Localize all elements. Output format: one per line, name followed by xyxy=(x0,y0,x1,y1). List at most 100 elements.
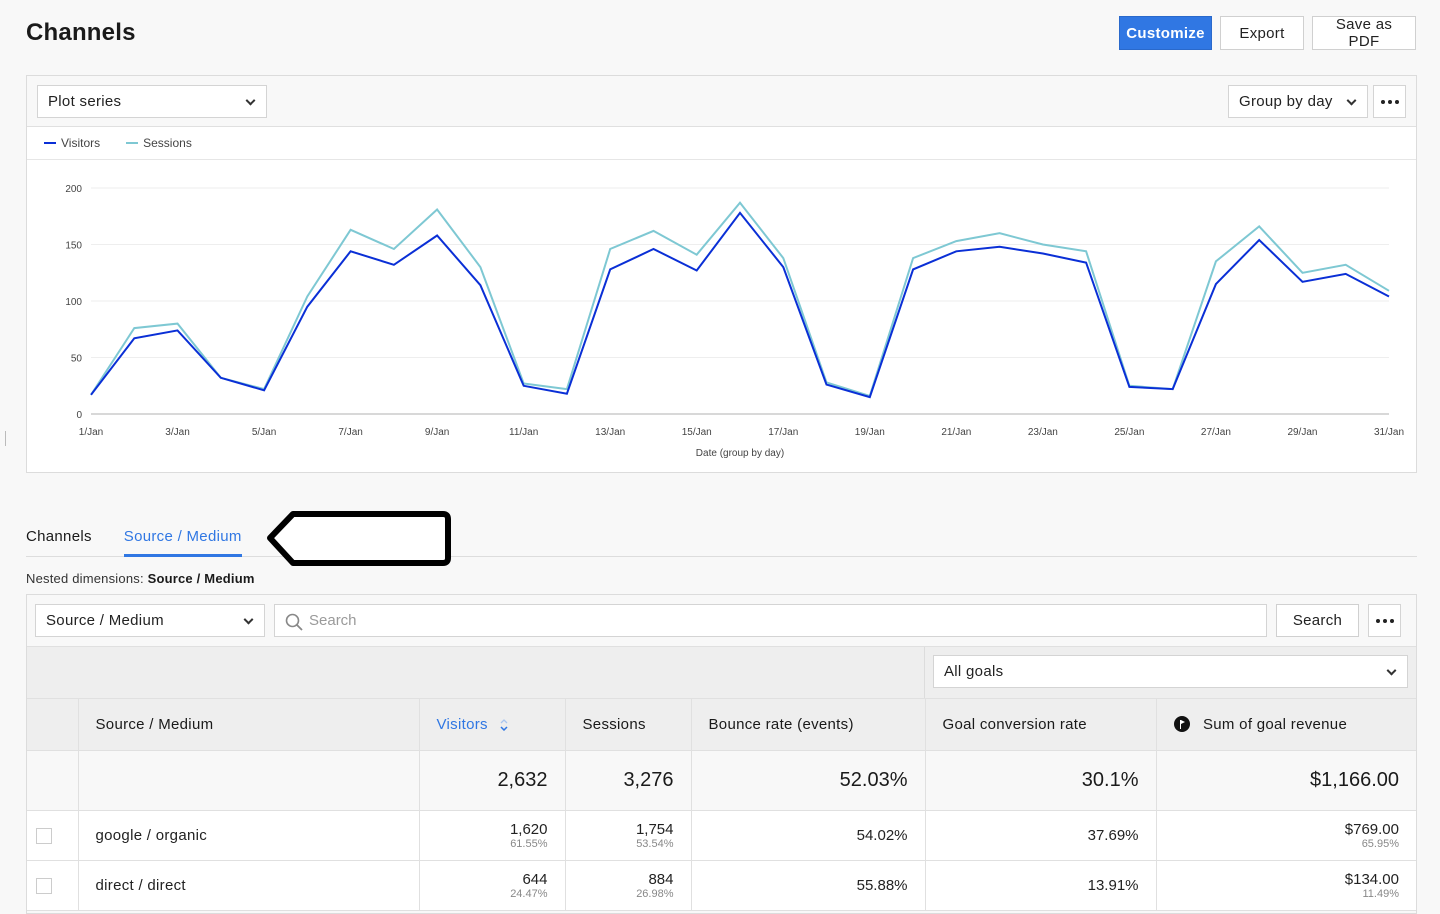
column-header-visitors[interactable]: Visitors xyxy=(418,698,566,751)
customize-button[interactable]: Customize xyxy=(1119,16,1212,50)
ellipsis-icon-dot xyxy=(1389,618,1394,623)
tab-channels[interactable]: Channels xyxy=(26,520,92,556)
total-goal-revenue: $1,166.00 xyxy=(1155,750,1416,811)
column-header-bounce-rate[interactable]: Bounce rate (events) xyxy=(690,698,926,751)
y-tick-label: 200 xyxy=(65,184,82,195)
table-more-button[interactable] xyxy=(1368,604,1401,637)
divider xyxy=(924,647,925,699)
column-header-source-medium[interactable]: Source / Medium xyxy=(77,698,420,751)
x-tick-label: 23/Jan xyxy=(1028,427,1058,438)
chart-toolbar: Plot series Group by day xyxy=(27,76,1416,127)
row-name[interactable]: direct / direct xyxy=(77,860,420,911)
row-visitors: 1,620 61.55% xyxy=(418,810,566,861)
row-goal-conversion: 37.69% xyxy=(924,810,1157,861)
search-icon xyxy=(285,613,303,631)
table-row[interactable]: google / organic 1,620 61.55% 1,754 53.54%… xyxy=(27,810,1416,861)
ellipsis-icon-dot xyxy=(1387,99,1392,104)
chart-more-button[interactable] xyxy=(1373,85,1406,118)
search-field xyxy=(274,604,1267,637)
chart-legend: Visitors Sessions xyxy=(27,127,1416,160)
x-axis-label: Date (group by day) xyxy=(696,448,784,459)
data-table: Source / Medium Visitors Sessions Bounce… xyxy=(27,698,1416,911)
row-visitors: 644 24.47% xyxy=(418,860,566,911)
legend-item-sessions[interactable]: Sessions xyxy=(126,136,192,150)
dimension-select[interactable]: Source / Medium xyxy=(35,604,265,637)
row-checkbox[interactable] xyxy=(35,877,52,894)
plot-series-label: Plot series xyxy=(48,93,122,110)
ellipsis-icon xyxy=(1375,618,1380,623)
x-tick-label: 21/Jan xyxy=(941,427,971,438)
nested-dimensions-value: Source / Medium xyxy=(147,571,255,586)
series-line-visitors xyxy=(90,211,1390,399)
export-button[interactable]: Export xyxy=(1220,16,1304,50)
plot-series-select[interactable]: Plot series xyxy=(37,85,267,118)
dimension-tabs: Channels Source / Medium xyxy=(26,520,1417,557)
goals-select-label: All goals xyxy=(944,663,1004,680)
search-input[interactable] xyxy=(309,612,1266,629)
group-by-label: Group by day xyxy=(1239,93,1333,110)
y-tick-label: 150 xyxy=(65,241,82,252)
x-tick-label: 1/Jan xyxy=(79,427,103,438)
annotation-arrow-shape xyxy=(267,511,451,566)
tab-source-medium[interactable]: Source / Medium xyxy=(123,520,242,557)
y-tick-label: 100 xyxy=(65,297,82,308)
chevron-down-icon xyxy=(1386,665,1397,676)
value: 1,754 xyxy=(635,820,674,838)
table-panel: Source / Medium Search All goals Source … xyxy=(26,594,1417,914)
total-sessions: 3,276 xyxy=(564,750,692,811)
group-by-select[interactable]: Group by day xyxy=(1228,85,1368,118)
save-as-pdf-button[interactable]: Save as PDF xyxy=(1312,16,1416,50)
row-select-cell xyxy=(27,810,79,861)
x-tick-label: 25/Jan xyxy=(1114,427,1144,438)
chart-panel: Plot series Group by day Visitors Sessio… xyxy=(26,75,1417,473)
total-visitors: 2,632 xyxy=(418,750,566,811)
legend-item-visitors[interactable]: Visitors xyxy=(44,136,100,150)
table-row[interactable]: direct / direct 644 24.47% 884 26.98% 55.8… xyxy=(27,860,1416,911)
x-tick-label: 5/Jan xyxy=(252,427,276,438)
value: $134.00 xyxy=(1344,870,1399,888)
percent: 24.47% xyxy=(510,887,548,900)
goals-bar: All goals xyxy=(27,646,1416,699)
x-tick-label: 19/Jan xyxy=(855,427,885,438)
chevron-down-icon xyxy=(245,95,256,106)
x-tick-label: 3/Jan xyxy=(165,427,189,438)
column-header-sessions[interactable]: Sessions xyxy=(564,698,692,751)
value: 644 xyxy=(522,870,548,888)
column-header-label: Visitors xyxy=(436,716,488,733)
dimension-select-label: Source / Medium xyxy=(46,612,164,629)
column-header-select xyxy=(27,698,79,751)
search-button[interactable]: Search xyxy=(1276,604,1359,637)
x-tick-label: 13/Jan xyxy=(595,427,625,438)
x-tick-label: 7/Jan xyxy=(338,427,362,438)
ellipsis-icon-dot xyxy=(1394,99,1399,104)
ellipsis-icon-dot xyxy=(1382,618,1387,623)
column-header-goal-conversion[interactable]: Goal conversion rate xyxy=(924,698,1157,751)
header-actions: Customize Export Save as PDF xyxy=(1119,16,1416,50)
line-chart: 0 50 100 150 200 1/Jan 3/Jan 5/Jan 7/Jan 9/Jan 11/… xyxy=(65,184,1404,459)
goal-flag-icon xyxy=(1173,716,1190,732)
resize-handle[interactable] xyxy=(5,431,6,446)
goals-select[interactable]: All goals xyxy=(933,655,1408,688)
y-tick-label: 50 xyxy=(71,354,83,365)
y-tick-label: 0 xyxy=(76,410,82,421)
row-name[interactable]: google / organic xyxy=(77,810,420,861)
row-checkbox[interactable] xyxy=(35,827,52,844)
x-tick-label: 11/Jan xyxy=(509,427,538,438)
x-tick-label: 17/Jan xyxy=(768,427,798,438)
percent: 65.95% xyxy=(1361,837,1399,850)
column-header-goal-revenue[interactable]: Sum of goal revenue xyxy=(1155,698,1416,751)
totals-empty xyxy=(27,750,79,811)
legend-swatch-visitors xyxy=(44,142,56,144)
percent: 26.98% xyxy=(636,887,674,900)
row-goal-revenue: $769.00 65.95% xyxy=(1155,810,1416,861)
x-tick-label: 27/Jan xyxy=(1201,427,1231,438)
total-goal-conversion: 30.1% xyxy=(924,750,1157,811)
page-title: Channels xyxy=(26,19,136,46)
x-tick-label: 29/Jan xyxy=(1287,427,1317,438)
ellipsis-icon xyxy=(1380,99,1385,104)
row-select-cell xyxy=(27,860,79,911)
x-tick-label: 31/Jan xyxy=(1374,427,1404,438)
value: $769.00 xyxy=(1344,820,1399,838)
percent: 61.55% xyxy=(510,837,548,850)
x-tick-label: 9/Jan xyxy=(425,427,449,438)
